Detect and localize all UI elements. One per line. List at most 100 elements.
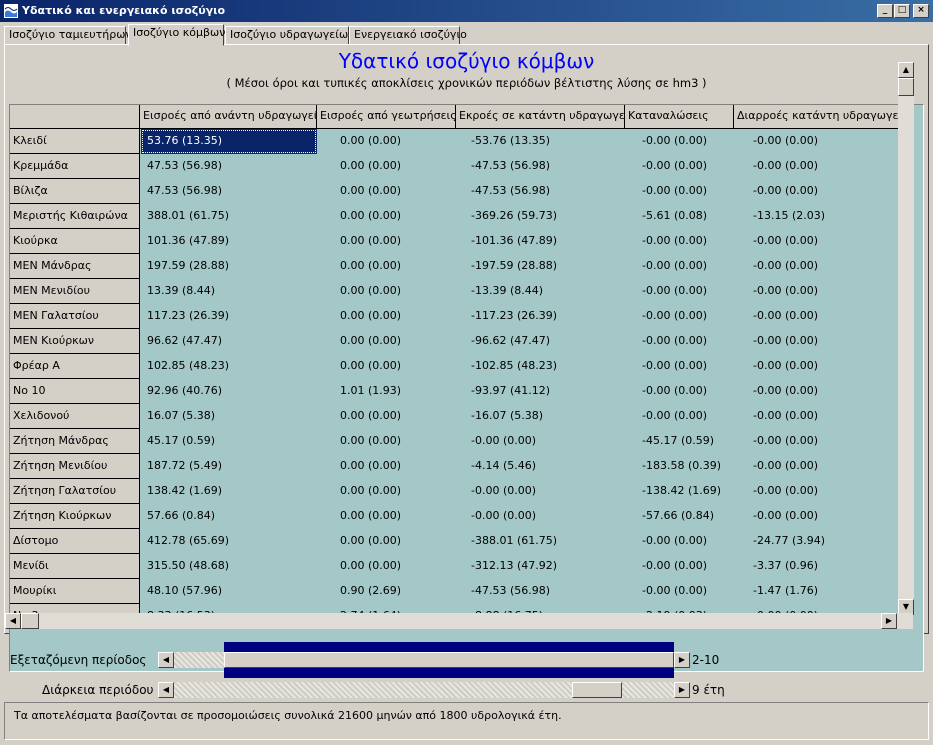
table-cell[interactable]: 0.00 (0.00) xyxy=(318,454,456,479)
table-cell[interactable]: -183.58 (0.39) xyxy=(626,454,734,479)
column-header[interactable]: Καταναλώσεις xyxy=(625,105,734,129)
tab-energy-balance[interactable]: Ενεργειακό ισοζύγιο xyxy=(349,26,467,45)
table-cell[interactable]: -0.00 (0.00) xyxy=(626,379,734,404)
table-cell[interactable]: -47.53 (56.98) xyxy=(457,579,625,604)
table-cell[interactable]: -0.00 (0.00) xyxy=(626,329,734,354)
tab-node-balance[interactable]: Ισοζύγιο κόμβων xyxy=(128,24,225,46)
table-cell[interactable]: -197.59 (28.88) xyxy=(457,254,625,279)
tab-reservoir-balance[interactable]: Ισοζύγιο ταμιευτήρων xyxy=(4,26,132,45)
table-cell[interactable]: 48.10 (57.96) xyxy=(141,579,317,604)
table-cell[interactable]: -138.42 (1.69) xyxy=(626,479,734,504)
table-cell[interactable]: 0.00 (0.00) xyxy=(318,179,456,204)
row-header[interactable]: Κρεμμάδα xyxy=(10,154,140,179)
duration-left-arrow-icon[interactable]: ◀ xyxy=(158,682,174,698)
table-cell[interactable]: -53.76 (13.35) xyxy=(457,129,625,154)
column-header[interactable]: Εισροές από γεωτρήσεις xyxy=(317,105,456,129)
table-cell[interactable]: -0.00 (0.00) xyxy=(626,254,734,279)
period-left-arrow-icon[interactable]: ◀ xyxy=(158,652,174,668)
table-cell[interactable]: -13.15 (2.03) xyxy=(735,204,914,229)
table-cell[interactable]: -4.14 (5.46) xyxy=(457,454,625,479)
minimize-button[interactable]: _ xyxy=(877,4,893,18)
table-cell[interactable]: 0.00 (0.00) xyxy=(318,279,456,304)
table-cell[interactable]: -0.00 (0.00) xyxy=(735,379,914,404)
table-cell[interactable]: -0.00 (0.00) xyxy=(735,304,914,329)
table-cell[interactable]: 0.90 (2.69) xyxy=(318,579,456,604)
table-cell[interactable]: -47.53 (56.98) xyxy=(457,179,625,204)
table-cell[interactable]: 0.00 (0.00) xyxy=(318,304,456,329)
row-header[interactable]: ΜΕΝ Μάνδρας xyxy=(10,254,140,279)
table-cell[interactable]: -93.97 (41.12) xyxy=(457,379,625,404)
table-cell[interactable]: -0.00 (0.00) xyxy=(735,254,914,279)
row-header[interactable]: Ζήτηση Κιούρκων xyxy=(10,504,140,529)
table-cell[interactable]: 0.00 (0.00) xyxy=(318,429,456,454)
table-cell[interactable]: 187.72 (5.49) xyxy=(141,454,317,479)
table-cell[interactable]: -3.37 (0.96) xyxy=(735,554,914,579)
row-header[interactable]: Μουρίκι xyxy=(10,579,140,604)
scroll-right-icon[interactable]: ▶ xyxy=(881,613,897,629)
tab-aqueduct-balance[interactable]: Ισοζύγιο υδραγωγείων xyxy=(225,26,354,45)
table-cell[interactable]: 138.42 (1.69) xyxy=(141,479,317,504)
vertical-scroll-thumb[interactable] xyxy=(898,78,914,96)
horizontal-scrollbar[interactable]: ◀ ▶ xyxy=(5,613,913,629)
table-cell[interactable]: -0.00 (0.00) xyxy=(735,179,914,204)
table-cell[interactable]: -0.00 (0.00) xyxy=(735,404,914,429)
table-cell[interactable]: 96.62 (47.47) xyxy=(141,329,317,354)
row-header[interactable]: Μενίδι xyxy=(10,554,140,579)
row-header[interactable]: Φρέαρ Α xyxy=(10,354,140,379)
table-cell[interactable]: -0.00 (0.00) xyxy=(735,454,914,479)
table-cell[interactable]: -0.00 (0.00) xyxy=(457,479,625,504)
table-cell[interactable]: 0.00 (0.00) xyxy=(318,154,456,179)
table-cell[interactable]: -0.00 (0.00) xyxy=(626,279,734,304)
table-cell[interactable]: 197.59 (28.88) xyxy=(141,254,317,279)
row-header[interactable]: ΜΕΝ Κιούρκων xyxy=(10,329,140,354)
row-header[interactable]: ΜΕΝ Μενιδίου xyxy=(10,279,140,304)
table-cell[interactable]: 102.85 (48.23) xyxy=(141,354,317,379)
table-cell[interactable]: 0.00 (0.00) xyxy=(318,554,456,579)
table-cell[interactable]: -57.66 (0.84) xyxy=(626,504,734,529)
table-cell[interactable]: -0.00 (0.00) xyxy=(735,479,914,504)
period-right-arrow-icon[interactable]: ▶ xyxy=(674,652,690,668)
table-cell[interactable]: 0.00 (0.00) xyxy=(318,329,456,354)
table-cell[interactable]: 0.00 (0.00) xyxy=(318,529,456,554)
table-cell[interactable]: -96.62 (47.47) xyxy=(457,329,625,354)
table-cell[interactable]: 92.96 (40.76) xyxy=(141,379,317,404)
period-range-thumb[interactable] xyxy=(224,652,674,668)
table-cell[interactable]: 0.00 (0.00) xyxy=(318,229,456,254)
table-cell[interactable]: 315.50 (48.68) xyxy=(141,554,317,579)
row-header[interactable]: Μεριστής Κιθαιρώνα xyxy=(10,204,140,229)
table-cell[interactable]: 0.00 (0.00) xyxy=(318,204,456,229)
table-cell[interactable]: -13.39 (8.44) xyxy=(457,279,625,304)
table-cell[interactable]: 53.76 (13.35) xyxy=(141,129,317,154)
table-cell[interactable]: 0.00 (0.00) xyxy=(318,479,456,504)
table-cell[interactable]: -0.00 (0.00) xyxy=(457,504,625,529)
table-cell[interactable]: -0.00 (0.00) xyxy=(735,354,914,379)
table-cell[interactable]: -312.13 (47.92) xyxy=(457,554,625,579)
row-header[interactable]: Νο 10 xyxy=(10,379,140,404)
table-cell[interactable]: -0.00 (0.00) xyxy=(626,304,734,329)
table-cell[interactable]: 101.36 (47.89) xyxy=(141,229,317,254)
table-cell[interactable]: -369.26 (59.73) xyxy=(457,204,625,229)
row-header[interactable]: Χελιδονού xyxy=(10,404,140,429)
table-cell[interactable]: -1.47 (1.76) xyxy=(735,579,914,604)
table-cell[interactable]: -0.00 (0.00) xyxy=(735,429,914,454)
table-cell[interactable]: -117.23 (26.39) xyxy=(457,304,625,329)
row-header[interactable]: Κλειδί xyxy=(10,129,140,154)
table-cell[interactable]: -0.00 (0.00) xyxy=(626,154,734,179)
scroll-up-icon[interactable]: ▲ xyxy=(898,62,914,78)
row-header[interactable]: Ζήτηση Μενιδίου xyxy=(10,454,140,479)
column-header[interactable]: Εισροές από ανάντη υδραγωγεία xyxy=(140,105,317,129)
table-cell[interactable]: -24.77 (3.94) xyxy=(735,529,914,554)
table-cell[interactable]: 388.01 (61.75) xyxy=(141,204,317,229)
table-cell[interactable]: -0.00 (0.00) xyxy=(457,429,625,454)
table-cell[interactable]: -0.00 (0.00) xyxy=(735,279,914,304)
table-cell[interactable]: -47.53 (56.98) xyxy=(457,154,625,179)
table-cell[interactable]: 57.66 (0.84) xyxy=(141,504,317,529)
duration-slider[interactable]: ◀ ▶ xyxy=(158,682,690,698)
row-header[interactable]: ΜΕΝ Γαλατσίου xyxy=(10,304,140,329)
table-cell[interactable]: 13.39 (8.44) xyxy=(141,279,317,304)
row-header[interactable]: Κιούρκα xyxy=(10,229,140,254)
row-header[interactable]: Δίστομο xyxy=(10,529,140,554)
duration-right-arrow-icon[interactable]: ▶ xyxy=(674,682,690,698)
table-cell[interactable]: -0.00 (0.00) xyxy=(626,529,734,554)
table-cell[interactable]: -0.00 (0.00) xyxy=(626,179,734,204)
